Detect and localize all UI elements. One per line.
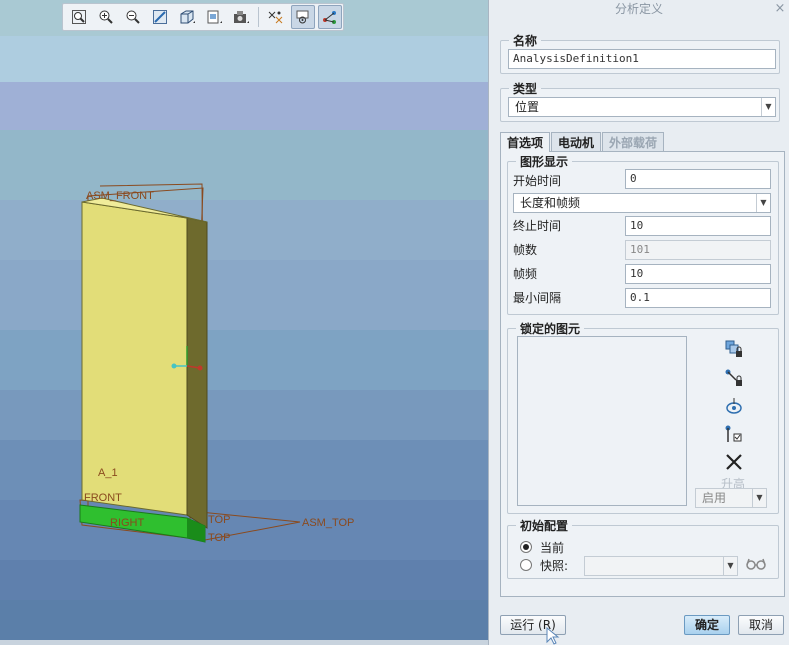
chevron-down-icon: ▼	[723, 557, 737, 575]
graphics-window[interactable]: ASM_FRONT A_1 FRONT RIGHT TOP TOP ASM_TO…	[0, 0, 488, 645]
tab-preferences[interactable]: 首选项	[500, 132, 550, 152]
graph-display-title: 图形显示	[520, 155, 569, 169]
frames-input: 101	[625, 240, 771, 260]
chevron-down-icon: ▼	[756, 194, 770, 212]
lock-body-icon[interactable]	[723, 338, 745, 360]
snapshot-label: 快照:	[540, 559, 569, 573]
tab-external-loads[interactable]: 外部载荷	[602, 132, 664, 152]
analysis-name-input[interactable]: AnalysisDefinition1	[508, 49, 776, 69]
assembly-model[interactable]: ASM_FRONT A_1 FRONT RIGHT TOP TOP ASM_TO…	[0, 0, 488, 645]
start-time-label: 开始时间	[513, 174, 562, 188]
datum-label-top-2: TOP	[208, 532, 230, 544]
time-mode-select[interactable]: 长度和帧频 ▼	[513, 193, 771, 213]
end-time-input[interactable]: 10	[625, 216, 771, 236]
min-interval-input[interactable]: 0.1	[625, 288, 771, 308]
lock-connection-icon[interactable]	[723, 367, 745, 389]
tab-motors[interactable]: 电动机	[551, 132, 601, 152]
type-group-title: 类型	[513, 82, 538, 96]
time-mode-value: 长度和帧频	[520, 196, 581, 210]
delete-icon[interactable]	[723, 451, 745, 473]
start-time-input[interactable]: 0	[625, 169, 771, 189]
close-icon[interactable]: ×	[773, 0, 787, 18]
lock-motor-icon[interactable]	[723, 395, 745, 417]
enable-select: 启用 ▼	[695, 488, 767, 508]
snapshot-radio[interactable]	[520, 559, 532, 571]
min-interval-label: 最小间隔	[513, 291, 562, 305]
frame-rate-label: 帧频	[513, 267, 538, 281]
analysis-type-select[interactable]: 位置 ▼	[508, 97, 776, 117]
datum-label-top-1: TOP	[208, 514, 230, 526]
locked-entities-list[interactable]	[517, 336, 687, 506]
name-group-title: 名称	[513, 34, 538, 48]
datum-label-asm-top: ASM_TOP	[302, 517, 354, 529]
cancel-button[interactable]: 取消	[738, 615, 784, 635]
frames-label: 帧数	[513, 243, 538, 257]
chevron-down-icon: ▼	[761, 98, 775, 116]
datum-label-front: FRONT	[84, 492, 122, 504]
frame-rate-input[interactable]: 10	[625, 264, 771, 284]
chevron-down-icon: ▼	[752, 489, 766, 507]
glasses-icon[interactable]	[745, 556, 767, 572]
locked-entities-title: 锁定的图元	[520, 322, 581, 336]
dialog-title: 分析定义	[614, 2, 663, 16]
mouse-cursor-icon	[546, 626, 560, 645]
analysis-type-value: 位置	[515, 100, 540, 114]
datum-label-a1: A_1	[98, 467, 118, 479]
end-time-label: 终止时间	[513, 219, 562, 233]
current-radio[interactable]	[520, 541, 532, 553]
datum-label-right: RIGHT	[110, 517, 145, 529]
datum-label-asm-front: ASM_FRONT	[86, 190, 154, 202]
initial-config-title: 初始配置	[520, 519, 569, 533]
ok-button[interactable]: 确定	[684, 615, 730, 635]
snapshot-select: ▼	[584, 556, 738, 576]
current-label: 当前	[540, 541, 565, 555]
lock-drag-icon[interactable]	[723, 423, 745, 445]
enable-value: 启用	[702, 491, 727, 505]
